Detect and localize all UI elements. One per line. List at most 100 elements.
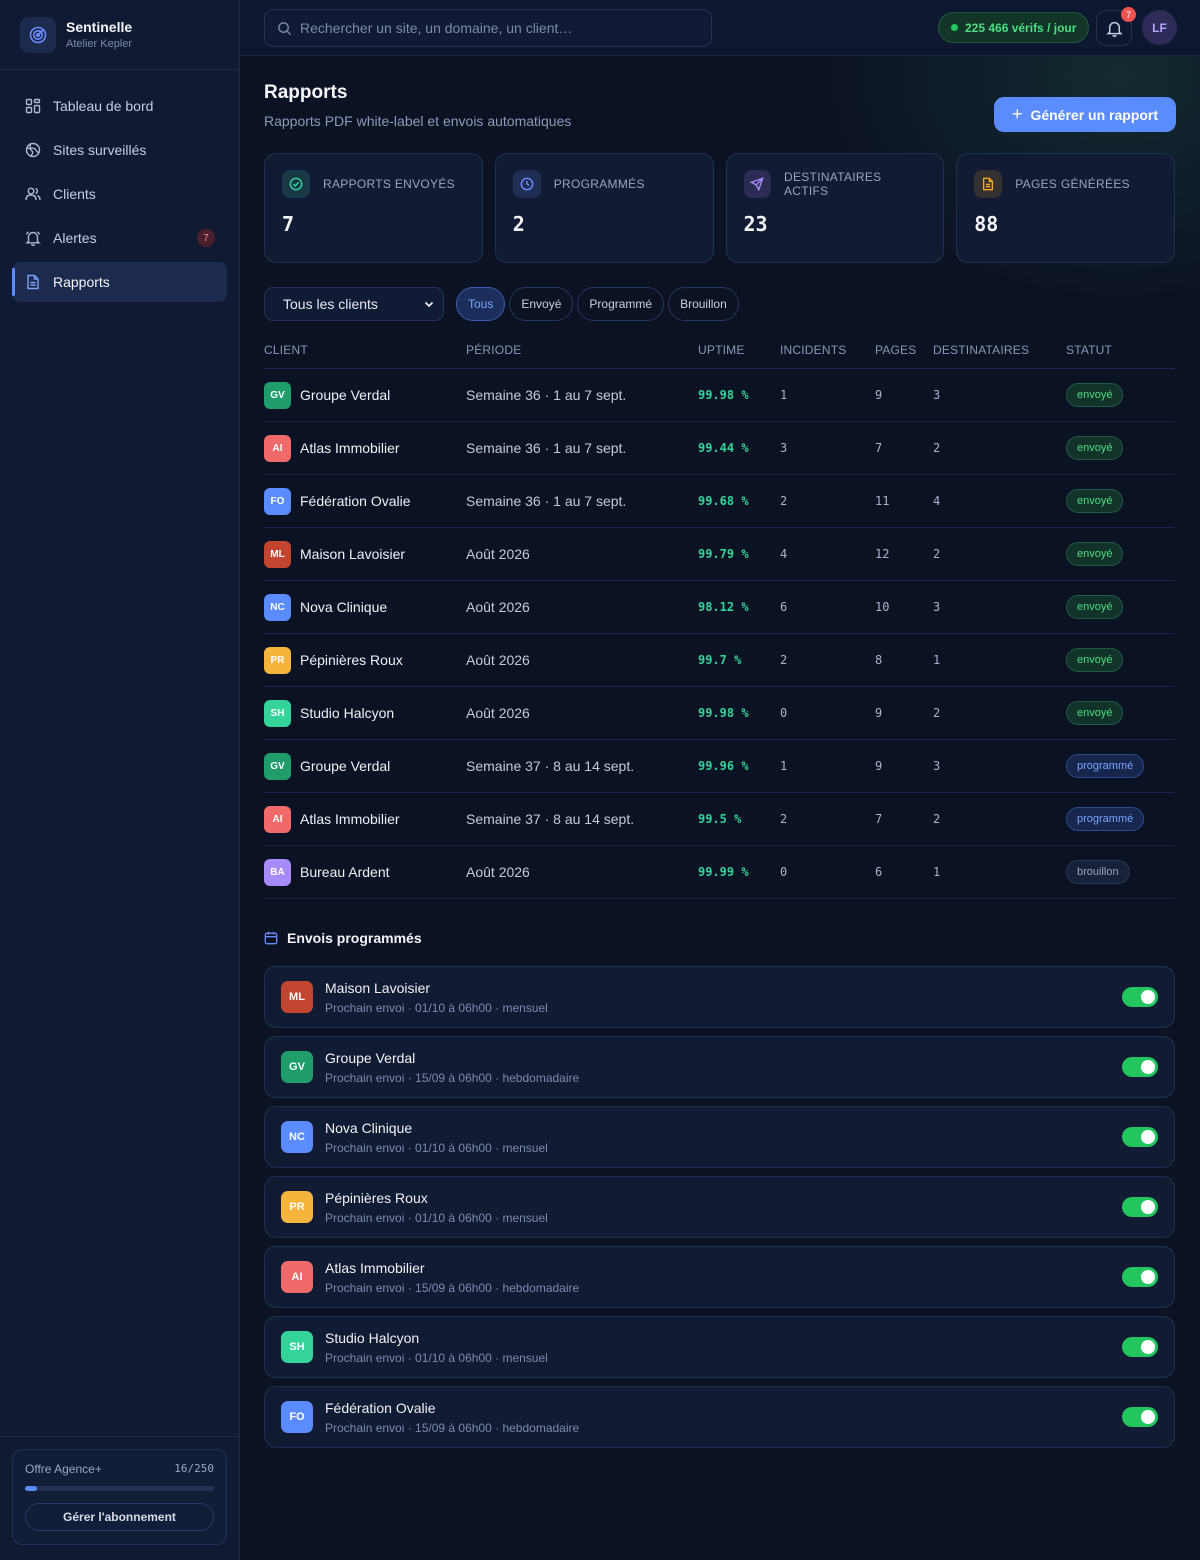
schedule-toggle[interactable] [1122, 1057, 1158, 1077]
status-badge: envoyé [1066, 542, 1124, 566]
client-name: Studio Halcyon [300, 705, 395, 721]
main-content: Rapports Rapports PDF white-label et env… [240, 56, 1200, 1560]
table-row[interactable]: NC Nova Clinique Août 2026 98.12 % 6 10 … [264, 581, 1175, 634]
schedule-toggle[interactable] [1122, 1337, 1158, 1357]
sidebar-item-sites[interactable]: Sites surveillés [12, 130, 227, 170]
scheduled-client-name: Fédération Ovalie [325, 1399, 436, 1416]
schedule-toggle[interactable] [1122, 1407, 1158, 1427]
next-send-text: Prochain envoi · 15/09 à 06h00 · hebdoma… [325, 1280, 580, 1295]
stat-card: DESTINATAIRES ACTIFS 23 [725, 153, 945, 263]
table-row[interactable]: GV Groupe Verdal Semaine 37 · 8 au 14 se… [264, 740, 1175, 793]
scheduled-client-name: Groupe Verdal [325, 1049, 416, 1066]
scheduled-client-name: Studio Halcyon [325, 1329, 420, 1346]
column-header[interactable]: CLIENT [264, 343, 466, 357]
client-avatar: SH [281, 1331, 313, 1363]
client-avatar: NC [264, 593, 291, 621]
filter-chip[interactable]: Brouillon [668, 287, 739, 321]
scheduled-item: FO Fédération Ovalie Prochain envoi · 15… [264, 1386, 1175, 1448]
table-row[interactable]: AI Atlas Immobilier Semaine 37 · 8 au 14… [264, 793, 1175, 846]
recipients-count: 3 [933, 600, 941, 614]
table-body: GV Groupe Verdal Semaine 36 · 1 au 7 sep… [264, 369, 1175, 899]
column-header[interactable]: DESTINATAIRES [933, 343, 1066, 357]
next-send-text: Prochain envoi · 01/10 à 06h00 · mensuel [325, 1350, 548, 1365]
client-select[interactable]: Tous les clients [264, 287, 444, 321]
generate-report-button[interactable]: + Générer un rapport [994, 97, 1176, 132]
status-filter-chips: Tous Envoyé Programmé Brouillon [456, 287, 739, 321]
scheduled-list: ML Maison Lavoisier Prochain envoi · 01/… [264, 966, 1175, 1456]
table-row[interactable]: PR Pépinières Roux Août 2026 99.7 % 2 8 … [264, 634, 1175, 687]
plan-name: Offre Agence+ [25, 1462, 102, 1476]
next-send-text: Prochain envoi · 15/09 à 06h00 · hebdoma… [325, 1420, 580, 1435]
table-row[interactable]: AI Atlas Immobilier Semaine 36 · 1 au 7 … [264, 422, 1175, 475]
notifications-button[interactable]: 7 [1096, 7, 1136, 46]
client-avatar: AI [264, 805, 291, 833]
column-header[interactable]: INCIDENTS [780, 343, 875, 357]
scheduled-client-name: Nova Clinique [325, 1119, 413, 1136]
globe-icon [24, 141, 42, 159]
table-row[interactable]: SH Studio Halcyon Août 2026 99.98 % 0 9 … [264, 687, 1175, 740]
send-icon [743, 170, 771, 198]
checks-per-day-badge: 225 466 vérifs / jour [938, 12, 1090, 43]
status-badge: envoyé [1066, 595, 1124, 619]
filter-chip[interactable]: Envoyé [509, 287, 574, 321]
schedule-toggle[interactable] [1122, 1127, 1158, 1147]
table-row[interactable]: ML Maison Lavoisier Août 2026 99.79 % 4 … [264, 528, 1175, 581]
filter-chip[interactable]: Programmé [577, 287, 665, 321]
stat-card: RAPPORTS ENVOYÉS 7 [264, 153, 483, 263]
stat-card: PROGRAMMÉS 2 [494, 153, 714, 263]
schedule-toggle[interactable] [1122, 1267, 1158, 1287]
column-header[interactable]: PÉRIODE [466, 343, 698, 357]
stat-label: RAPPORTS ENVOYÉS [323, 177, 455, 191]
sidebar-item-reports[interactable]: Rapports [12, 262, 227, 302]
pages-count: 12 [875, 547, 890, 561]
status-badge: envoyé [1066, 701, 1124, 725]
generate-report-label: Générer un rapport [1030, 106, 1159, 123]
brand-name: Sentinelle [66, 19, 133, 35]
brand: Sentinelle Atelier Kepler [0, 0, 239, 70]
client-name: Nova Clinique [300, 599, 388, 615]
table-row[interactable]: GV Groupe Verdal Semaine 36 · 1 au 7 sep… [264, 369, 1175, 422]
uptime-value: 99.98 % [698, 388, 749, 402]
scheduled-client-name: Maison Lavoisier [325, 979, 431, 996]
pages-count: 9 [875, 388, 883, 402]
next-send-text: Prochain envoi · 01/10 à 06h00 · mensuel [325, 1140, 548, 1155]
user-avatar[interactable]: LF [1142, 10, 1177, 45]
status-badge: envoyé [1066, 383, 1124, 407]
workspace-name: Atelier Kepler [66, 38, 133, 50]
grid-icon [24, 97, 42, 115]
incidents-count: 4 [780, 547, 788, 561]
client-name: Groupe Verdal [300, 387, 391, 403]
sidebar-item-label: Sites surveillés [53, 142, 147, 158]
radar-icon [20, 16, 56, 53]
uptime-value: 99.5 % [698, 812, 742, 826]
checks-per-day-text: 225 466 vérifs / jour [965, 20, 1077, 35]
alerts-count-badge: 7 [197, 229, 215, 247]
sidebar-item-dashboard[interactable]: Tableau de bord [12, 86, 227, 126]
report-period: Août 2026 [466, 546, 530, 562]
recipients-count: 2 [933, 706, 941, 720]
column-header[interactable]: STATUT [1066, 343, 1175, 357]
calendar-icon [264, 931, 278, 945]
search-input[interactable] [300, 20, 700, 36]
column-header[interactable]: PAGES [875, 343, 933, 357]
table-row[interactable]: FO Fédération Ovalie Semaine 36 · 1 au 7… [264, 475, 1175, 528]
column-header[interactable]: UPTIME [698, 343, 780, 357]
sidebar-item-alerts[interactable]: Alertes 7 [12, 218, 227, 258]
manage-subscription-button[interactable]: Gérer l'abonnement [25, 1503, 214, 1531]
schedule-toggle[interactable] [1122, 987, 1158, 1007]
pages-count: 8 [875, 653, 883, 667]
status-badge: programmé [1066, 754, 1145, 778]
report-period: Août 2026 [466, 652, 530, 668]
sidebar-item-clients[interactable]: Clients [12, 174, 227, 214]
uptime-value: 98.12 % [698, 600, 749, 614]
uptime-value: 99.79 % [698, 547, 749, 561]
schedule-toggle[interactable] [1122, 1197, 1158, 1217]
scheduled-item: AI Atlas Immobilier Prochain envoi · 15/… [264, 1246, 1175, 1308]
plan-card: Offre Agence+ 16/250 Gérer l'abonnement [12, 1449, 227, 1545]
incidents-count: 6 [780, 600, 788, 614]
filter-chip[interactable]: Tous [456, 287, 506, 321]
search-box[interactable] [264, 9, 712, 47]
chevron-down-icon [423, 298, 435, 310]
stat-value: 2 [512, 212, 525, 236]
table-row[interactable]: BA Bureau Ardent Août 2026 99.99 % 0 6 1… [264, 846, 1175, 899]
